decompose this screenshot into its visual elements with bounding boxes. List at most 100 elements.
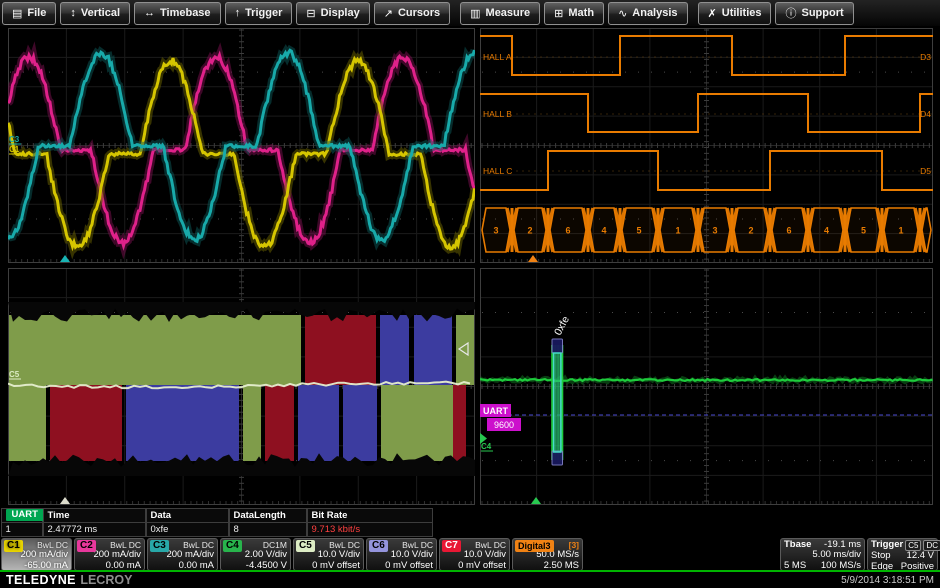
uart-table-cell-data[interactable]: 0xfe (146, 522, 230, 537)
menu-item-label: File (27, 7, 46, 19)
lane-label: HALL B (483, 109, 512, 119)
bus-value: 4 (824, 226, 829, 236)
pwm-voltages-plot: C5 (8, 268, 475, 505)
decode-value-label: 0xfe (552, 314, 572, 337)
menu-item-analysis[interactable]: ∿ Analysis (608, 2, 687, 25)
grid-phase-currents[interactable]: C3C1 (8, 28, 475, 263)
tbase-label: Tbase (784, 540, 811, 550)
menu-item-label: Vertical (81, 7, 120, 19)
menu-item-file[interactable]: ▤ File (2, 2, 56, 25)
uart-table-header: DataLength (229, 508, 308, 523)
menu-item-utilities[interactable]: ✗Utilities (698, 2, 772, 25)
file-icon: ▤ (12, 7, 22, 20)
brand-lecroy: LECROY (80, 573, 132, 587)
pwm-block-C7 (453, 385, 466, 461)
uart-table-header: Time (43, 508, 147, 523)
channel-descriptor-c6[interactable]: C6BwL DC10.0 V/div0 mV offset (366, 538, 437, 571)
channel-edge-label: C1 (9, 145, 20, 154)
pwm-block-C6 (126, 385, 239, 461)
trigger-position-marker[interactable] (531, 497, 541, 504)
pwm-block-C6 (380, 315, 409, 385)
bus-value: 5 (636, 226, 641, 236)
menu-item-label: Trigger (245, 7, 282, 19)
decode-cap-top (552, 339, 563, 353)
uart-table-cell-bit_rate[interactable]: 9.713 kbit/s (307, 522, 434, 537)
channel-chip-c7: C7 (442, 540, 461, 552)
uart-table-badge-cell: UART (1, 508, 44, 523)
pwm-block-C5 (456, 315, 474, 385)
grid-hall-sensors[interactable]: HALL AD3HALL BD4HALL CD5326451326451 (480, 28, 933, 263)
menu-item-label: Display (321, 7, 360, 19)
menu-item-trigger[interactable]: ↑ Trigger (225, 2, 293, 25)
analysis-icon: ∿ (618, 7, 627, 20)
math-icon: ⊞ (554, 7, 563, 20)
display-icon: ⊟ (306, 7, 315, 20)
oscilloscope-app: ▤ File ↕ Vertical ↔ Timebase ↑ Trigger ⊟ Display ↗… (0, 0, 940, 588)
menu-item-timebase[interactable]: ↔ Timebase (134, 2, 221, 25)
menu-item-display[interactable]: ⊟ Display (296, 2, 369, 25)
uart-signal-plot: 0xfeUART9600C4 (480, 268, 933, 505)
bus-value: 2 (748, 226, 753, 236)
brand-logo: TELEDYNE LECROY (6, 571, 132, 588)
lane-right-label: D5 (920, 166, 931, 176)
bus-value: 1 (675, 226, 680, 236)
lane-right-label: D3 (920, 52, 931, 62)
phase-currents-plot: C3C1 (8, 28, 475, 263)
menu-item-label: Timebase (160, 7, 211, 19)
menu-item-label: Measure (486, 7, 531, 19)
channel-descriptor-digital3[interactable]: Digital3[3]50.0 MS/s2.50 MS (512, 538, 583, 571)
trigger-position-marker[interactable] (60, 497, 70, 504)
trigger-descriptor[interactable]: TriggerC5DCStop12.4 VEdgePositive (867, 538, 938, 571)
decode-highlight-box (554, 353, 561, 452)
uart-table-cell-time[interactable]: 2.47772 ms (43, 522, 147, 537)
channel-descriptor-c5[interactable]: C5BwL DC10.0 V/div0 mV offset (293, 538, 364, 571)
lane-right-label: D4 (920, 109, 931, 119)
channel-descriptor-c4[interactable]: C4DC1M2.00 V/div-4.4500 V (220, 538, 291, 571)
channel-descriptor-c3[interactable]: C3BwL DC200 mA/div0.00 mA (147, 538, 218, 571)
measure-icon: ▥ (470, 7, 480, 20)
uart-baud-value: 9600 (494, 420, 514, 430)
bus-value: 5 (861, 226, 866, 236)
bus-value: 3 (493, 226, 498, 236)
channel-chip-c4: C4 (223, 540, 242, 552)
menu-item-support[interactable]: ⓘSupport (775, 2, 853, 25)
menu-item-vertical[interactable]: ↕ Vertical (60, 2, 130, 25)
pwm-block-C7 (50, 385, 122, 461)
pwm-block-C5 (243, 385, 261, 461)
grid-pwm-voltages[interactable]: C5 (8, 268, 475, 505)
hall-sensors-plot: HALL AD3HALL BD4HALL CD5326451326451 (480, 28, 933, 263)
timebase-icon: ↔ (144, 7, 155, 19)
channel-chip-c5: C5 (296, 540, 315, 552)
datetime: 5/9/2014 3:18:51 PM (841, 575, 934, 586)
bus-value: 3 (712, 226, 717, 236)
trigger-icon: ↑ (235, 7, 241, 19)
menu-item-measure[interactable]: ▥ Measure (460, 2, 540, 25)
graticule (480, 268, 933, 505)
grid-uart-signal[interactable]: 0xfeUART9600C4 (480, 268, 933, 505)
bus-value: 4 (601, 226, 606, 236)
utilities-icon: ✗ (708, 7, 717, 20)
channel-descriptor-c7[interactable]: C7BwL DC10.0 V/div0 mV offset (439, 538, 510, 571)
channel-descriptor-c2[interactable]: C2BwL DC200 mA/div0.00 mA (74, 538, 145, 571)
lane-label: HALL A (483, 52, 512, 62)
channel-edge-label: C3 (9, 135, 20, 144)
cursors-icon: ↗ (384, 7, 393, 20)
uart-decode-table[interactable]: UARTTimeDataDataLengthBit Rate12.47772 m… (1, 508, 433, 537)
uart-table-cell-datalength[interactable]: 8 (229, 522, 308, 537)
vertical-icon: ↕ (70, 7, 76, 19)
menu-item-label: Analysis (632, 7, 677, 19)
trigger-position-marker[interactable] (60, 255, 70, 262)
menu-item-math[interactable]: ⊞ Math (544, 2, 604, 25)
uart-table-cell-index[interactable]: 1 (1, 522, 44, 537)
menu-item-label: Math (568, 7, 594, 19)
menu-item-cursors[interactable]: ↗Cursors (374, 2, 450, 25)
channel-descriptor-c1[interactable]: C1BwL DC200 mA/div-65.00 mA (1, 538, 72, 571)
channel-chip-c3: C3 (150, 540, 169, 552)
support-icon: ⓘ (785, 5, 796, 21)
pwm-block-C6 (343, 385, 377, 461)
uart-table-header: Data (146, 508, 230, 523)
channel-edge-label: C5 (9, 370, 20, 379)
lane-label: HALL C (483, 166, 512, 176)
timebase-descriptor[interactable]: Tbase-19.1 ms5.00 ms/div5 MS100 MS/s (780, 538, 865, 571)
pwm-block-C7 (305, 315, 376, 385)
